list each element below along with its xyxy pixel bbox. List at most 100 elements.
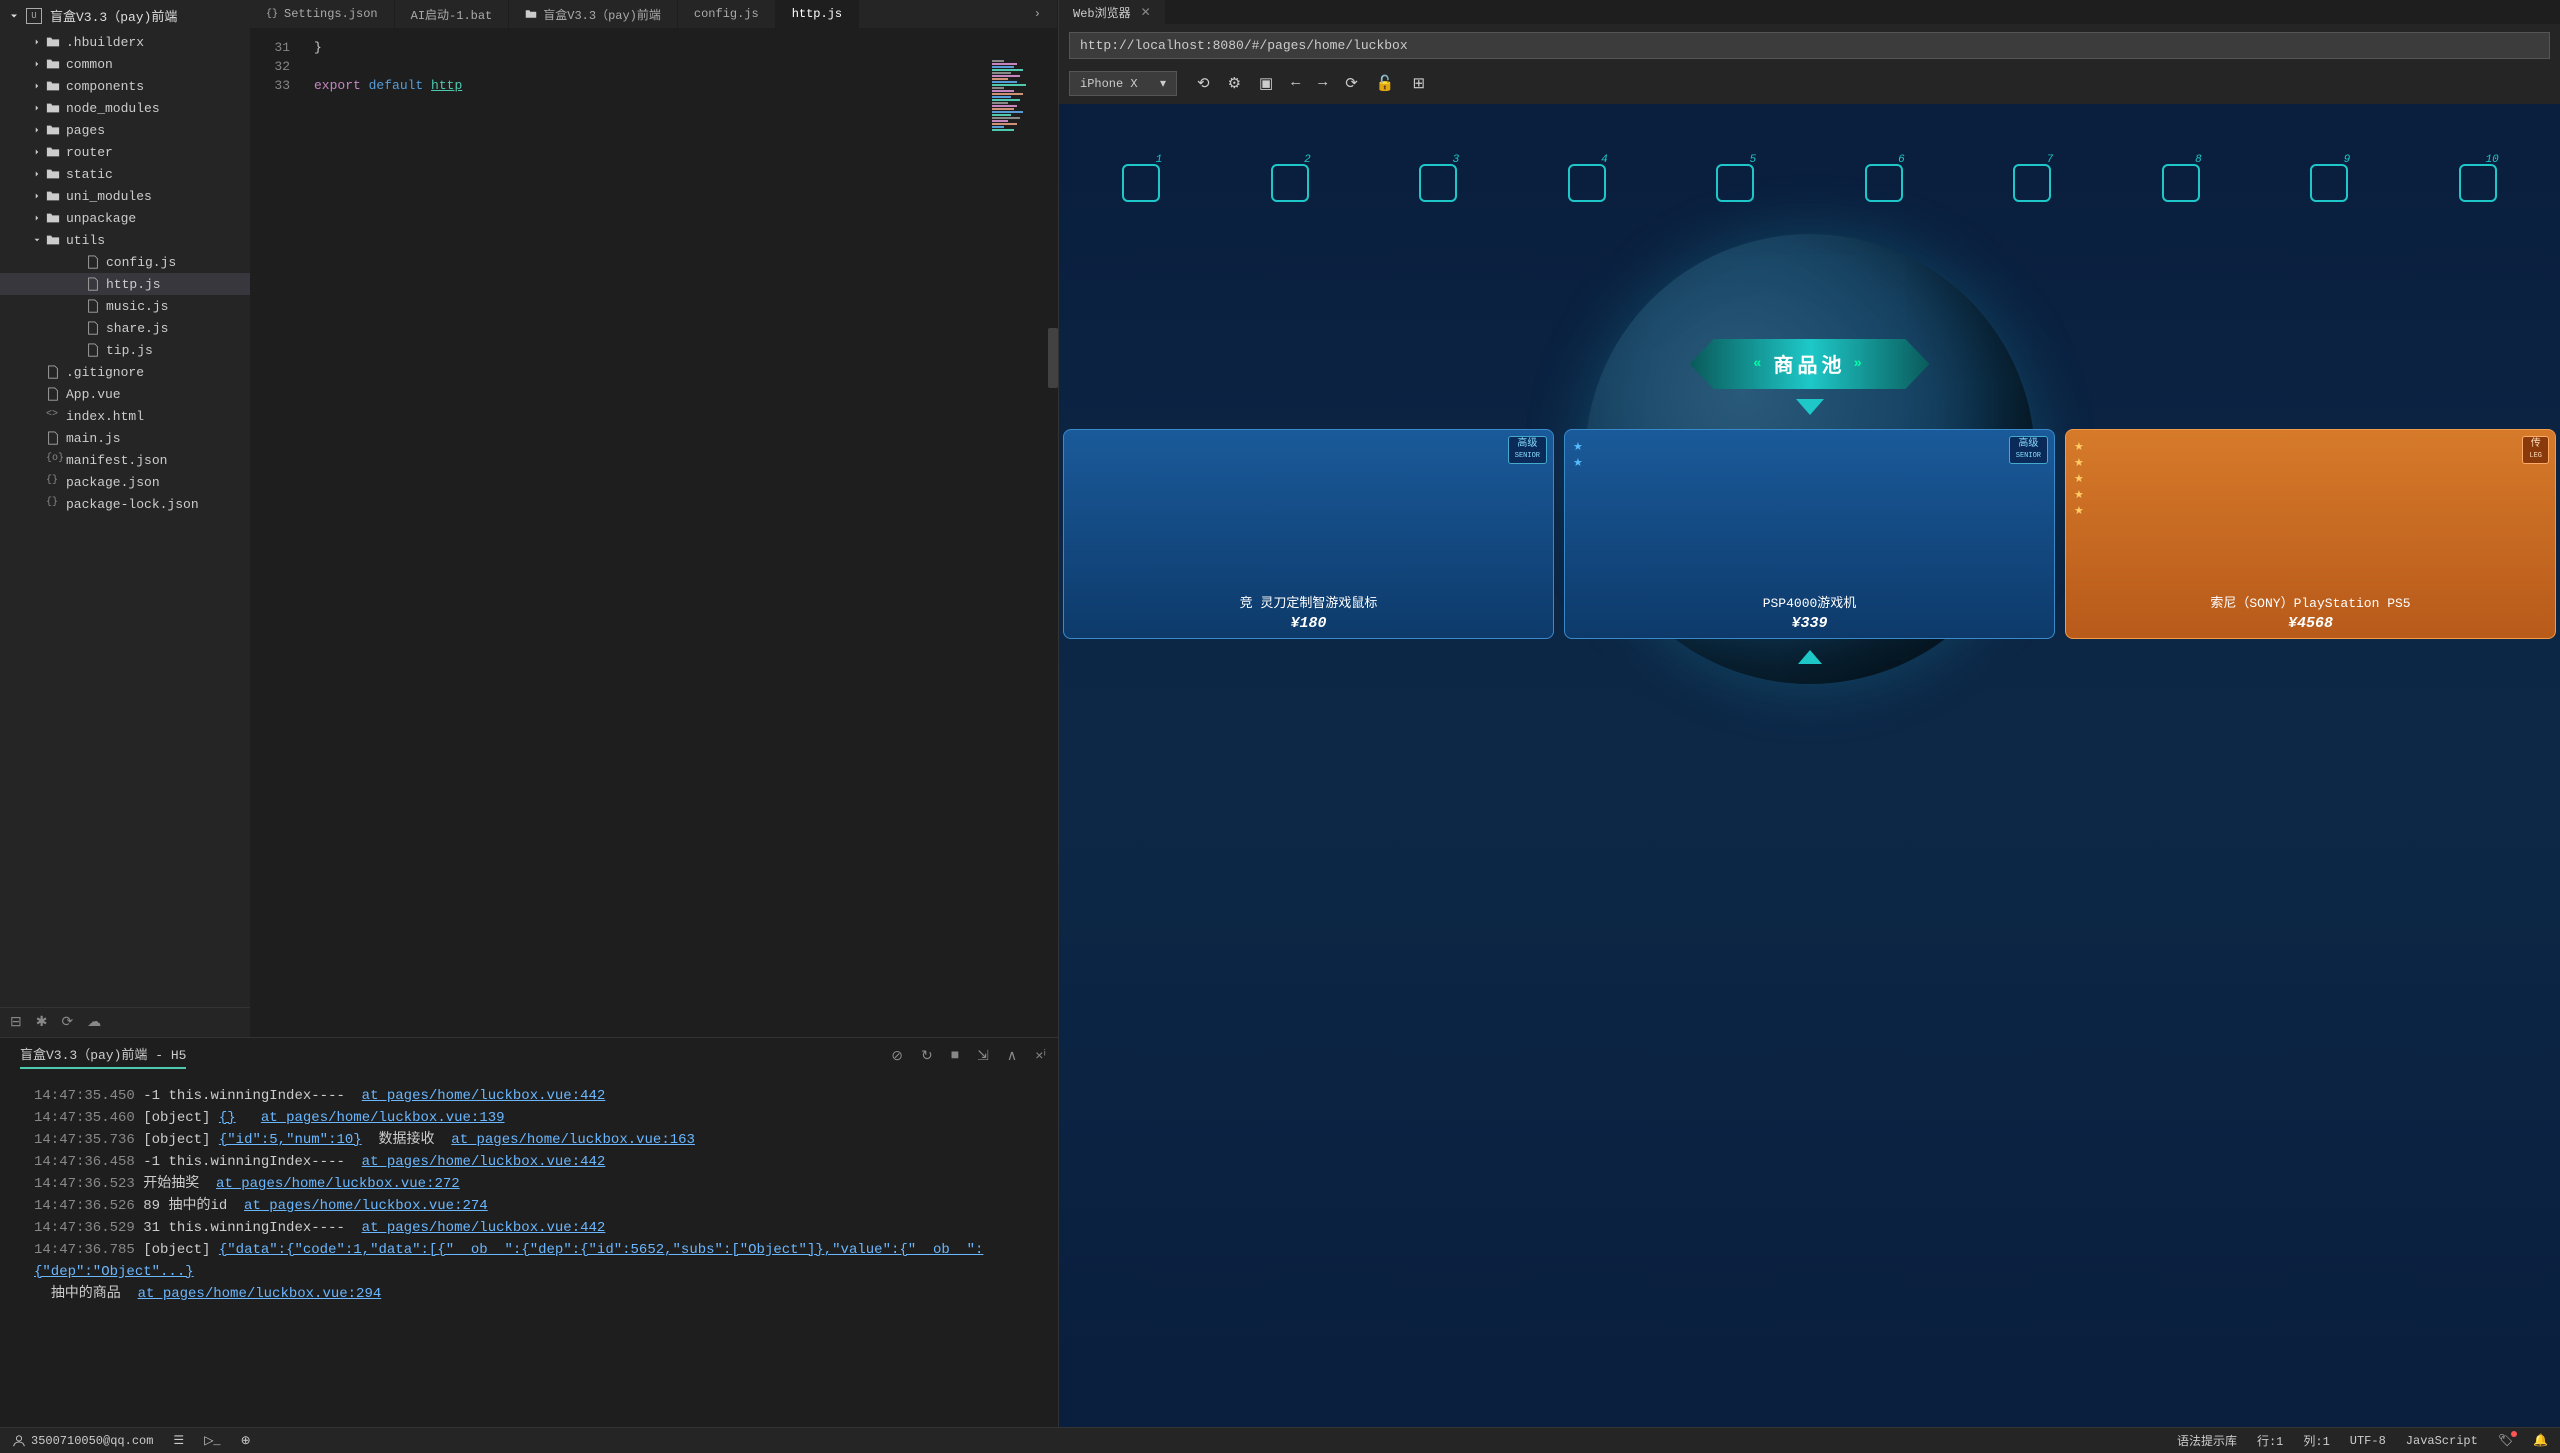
device-selector[interactable]: iPhone X ▾ xyxy=(1069,71,1177,96)
editor-scrollbar[interactable] xyxy=(1048,328,1058,388)
console-output[interactable]: 14:47:35.450 -1 this.winningIndex---- at… xyxy=(0,1077,1058,1427)
forward-icon[interactable]: → xyxy=(1318,74,1327,93)
tree-item--gitignore[interactable]: .gitignore xyxy=(0,361,250,383)
number-box-4[interactable] xyxy=(1568,164,1606,202)
lock-icon[interactable]: 🔓 xyxy=(1376,74,1395,93)
tree-item-manifest-json[interactable]: {o}manifest.json xyxy=(0,449,250,471)
number-box-2[interactable] xyxy=(1271,164,1309,202)
language-mode[interactable]: JavaScript xyxy=(2406,1434,2478,1448)
back-icon[interactable]: ← xyxy=(1291,74,1300,93)
rotate-icon[interactable]: ⟲ xyxy=(1197,74,1210,93)
number-box-10[interactable] xyxy=(2459,164,2497,202)
tabs-overflow[interactable]: › xyxy=(1018,0,1058,28)
tab-http-js[interactable]: http.js xyxy=(776,0,859,28)
tree-item-main-js[interactable]: main.js xyxy=(0,427,250,449)
product-pool-banner[interactable]: « 商品池 » xyxy=(1690,339,1930,389)
terminal-icon[interactable]: ▷_ xyxy=(204,1433,220,1448)
folder-icon xyxy=(46,189,60,203)
bell-icon[interactable]: 🔔 xyxy=(2533,1433,2548,1448)
folder-icon xyxy=(46,35,60,49)
tab-AI---1-bat[interactable]: AI启动-1.bat xyxy=(395,0,510,28)
tab-Settings-json[interactable]: {}Settings.json xyxy=(250,0,395,28)
tree-item-pages[interactable]: pages xyxy=(0,119,250,141)
tree-item-components[interactable]: components xyxy=(0,75,250,97)
col-indicator[interactable]: 列:1 xyxy=(2303,1432,2329,1449)
browser-tab[interactable]: Web浏览器 ✕ xyxy=(1059,0,1165,24)
devtools-icon[interactable]: ▣ xyxy=(1259,74,1273,93)
tree-item-static[interactable]: static xyxy=(0,163,250,185)
console-title[interactable]: 盲盒V3.3（pay)前端 - H5 xyxy=(20,1044,186,1069)
console-source-link[interactable]: at pages/home/luckbox.vue:442 xyxy=(362,1220,606,1236)
console-square-icon[interactable]: ■ xyxy=(951,1048,959,1065)
minimap[interactable] xyxy=(988,56,1058,276)
tree-item-tip-js[interactable]: tip.js xyxy=(0,339,250,361)
tree-item-router[interactable]: router xyxy=(0,141,250,163)
number-box-6[interactable] xyxy=(1865,164,1903,202)
code-body[interactable]: } export default http xyxy=(300,28,1058,1037)
qr-icon[interactable]: ⊞ xyxy=(1413,74,1426,93)
console-source-link[interactable]: at pages/home/luckbox.vue:274 xyxy=(244,1198,488,1214)
tree-item-package-lock-json[interactable]: {}package-lock.json xyxy=(0,493,250,515)
line-indicator[interactable]: 行:1 xyxy=(2257,1432,2283,1449)
tab-config-js[interactable]: config.js xyxy=(678,0,776,28)
console-source-link[interactable]: at pages/home/luckbox.vue:294 xyxy=(138,1286,382,1302)
console-source-link[interactable]: at pages/home/luckbox.vue:442 xyxy=(362,1154,606,1170)
number-box-9[interactable] xyxy=(2310,164,2348,202)
number-box-5[interactable] xyxy=(1716,164,1754,202)
number-box-8[interactable] xyxy=(2162,164,2200,202)
tree-item-share-js[interactable]: share.js xyxy=(0,317,250,339)
console-up-icon[interactable]: ∧ xyxy=(1007,1048,1017,1065)
tree-item-common[interactable]: common xyxy=(0,53,250,75)
tree-item-utils[interactable]: utils xyxy=(0,229,250,251)
refresh-icon[interactable]: ⟳ xyxy=(61,1014,73,1031)
sync-icon[interactable]: ⊕ xyxy=(241,1433,251,1448)
gear-icon[interactable]: ⚙ xyxy=(1228,74,1241,93)
tree-item-music-js[interactable]: music.js xyxy=(0,295,250,317)
console-restart-icon[interactable]: ↻ xyxy=(921,1048,933,1065)
project-root[interactable]: U 盲盒V3.3（pay)前端 xyxy=(0,0,250,31)
tab-label: AI启动-1.bat xyxy=(411,6,493,23)
close-icon[interactable]: ✕ xyxy=(1141,5,1151,20)
number-box-1[interactable] xyxy=(1122,164,1160,202)
tree-item-App-vue[interactable]: App.vue xyxy=(0,383,250,405)
url-bar[interactable]: http://localhost:8080/#/pages/home/luckb… xyxy=(1069,32,2550,59)
console-source-link[interactable]: at pages/home/luckbox.vue:442 xyxy=(362,1088,606,1104)
chevron-right-icon xyxy=(32,103,42,113)
console-source-link[interactable]: at pages/home/luckbox.vue:139 xyxy=(261,1110,505,1126)
tab---V3-3-pay---[interactable]: 盲盒V3.3（pay)前端 xyxy=(509,0,678,28)
number-box-3[interactable] xyxy=(1419,164,1457,202)
tree-item-unpackage[interactable]: unpackage xyxy=(0,207,250,229)
console-stop-icon[interactable]: ⊘ xyxy=(891,1048,903,1065)
tree-item-uni_modules[interactable]: uni_modules xyxy=(0,185,250,207)
user-account[interactable]: 3500710050@qq.com xyxy=(12,1434,153,1448)
chevron-right-icon xyxy=(32,125,42,135)
console-close-icon[interactable]: ×ⁱ xyxy=(1035,1048,1046,1065)
console-json-link[interactable]: {"id":5,"num":10} xyxy=(219,1132,362,1148)
product-card[interactable]: ★★★★★传LEG索尼（SONY）PlayStation PS5¥4568 xyxy=(2065,429,2556,639)
editor-content[interactable]: 313233 } export default http xyxy=(250,28,1058,1037)
tree-item-config-js[interactable]: config.js xyxy=(0,251,250,273)
file-tree: .hbuilderxcommoncomponentsnode_modulespa… xyxy=(0,31,250,1007)
tree-item-node_modules[interactable]: node_modules xyxy=(0,97,250,119)
tree-item-index-html[interactable]: <>index.html xyxy=(0,405,250,427)
tree-item-package-json[interactable]: {}package.json xyxy=(0,471,250,493)
console-source-link[interactable]: at pages/home/luckbox.vue:272 xyxy=(216,1176,460,1192)
bug-icon[interactable]: ✱ xyxy=(36,1014,48,1031)
file-icon xyxy=(86,277,100,291)
console-source-link[interactable]: at pages/home/luckbox.vue:163 xyxy=(451,1132,695,1148)
product-card[interactable]: ★★高级SENIORPSP4000游戏机¥339 xyxy=(1564,429,2055,639)
tree-item-http-js[interactable]: http.js xyxy=(0,273,250,295)
outline-icon[interactable]: ☰ xyxy=(173,1433,184,1448)
number-box-7[interactable] xyxy=(2013,164,2051,202)
cloud-icon[interactable]: ☁ xyxy=(87,1014,101,1031)
notification-icon[interactable]: 🏷 xyxy=(2498,1433,2513,1448)
preview-area[interactable]: « 商品池 » 高级SENIOR竞 灵刀定制智游戏鼠标¥180★★高级SENIO… xyxy=(1059,104,2560,1427)
console-json-link[interactable]: {} xyxy=(219,1110,236,1126)
reload-icon[interactable]: ⟳ xyxy=(1345,74,1358,93)
collapse-icon[interactable]: ⊟ xyxy=(10,1014,22,1031)
encoding[interactable]: UTF-8 xyxy=(2350,1434,2386,1448)
tree-item--hbuilderx[interactable]: .hbuilderx xyxy=(0,31,250,53)
syntax-hint[interactable]: 语法提示库 xyxy=(2177,1432,2237,1449)
console-export-icon[interactable]: ⇲ xyxy=(977,1048,989,1065)
product-card[interactable]: 高级SENIOR竞 灵刀定制智游戏鼠标¥180 xyxy=(1063,429,1554,639)
